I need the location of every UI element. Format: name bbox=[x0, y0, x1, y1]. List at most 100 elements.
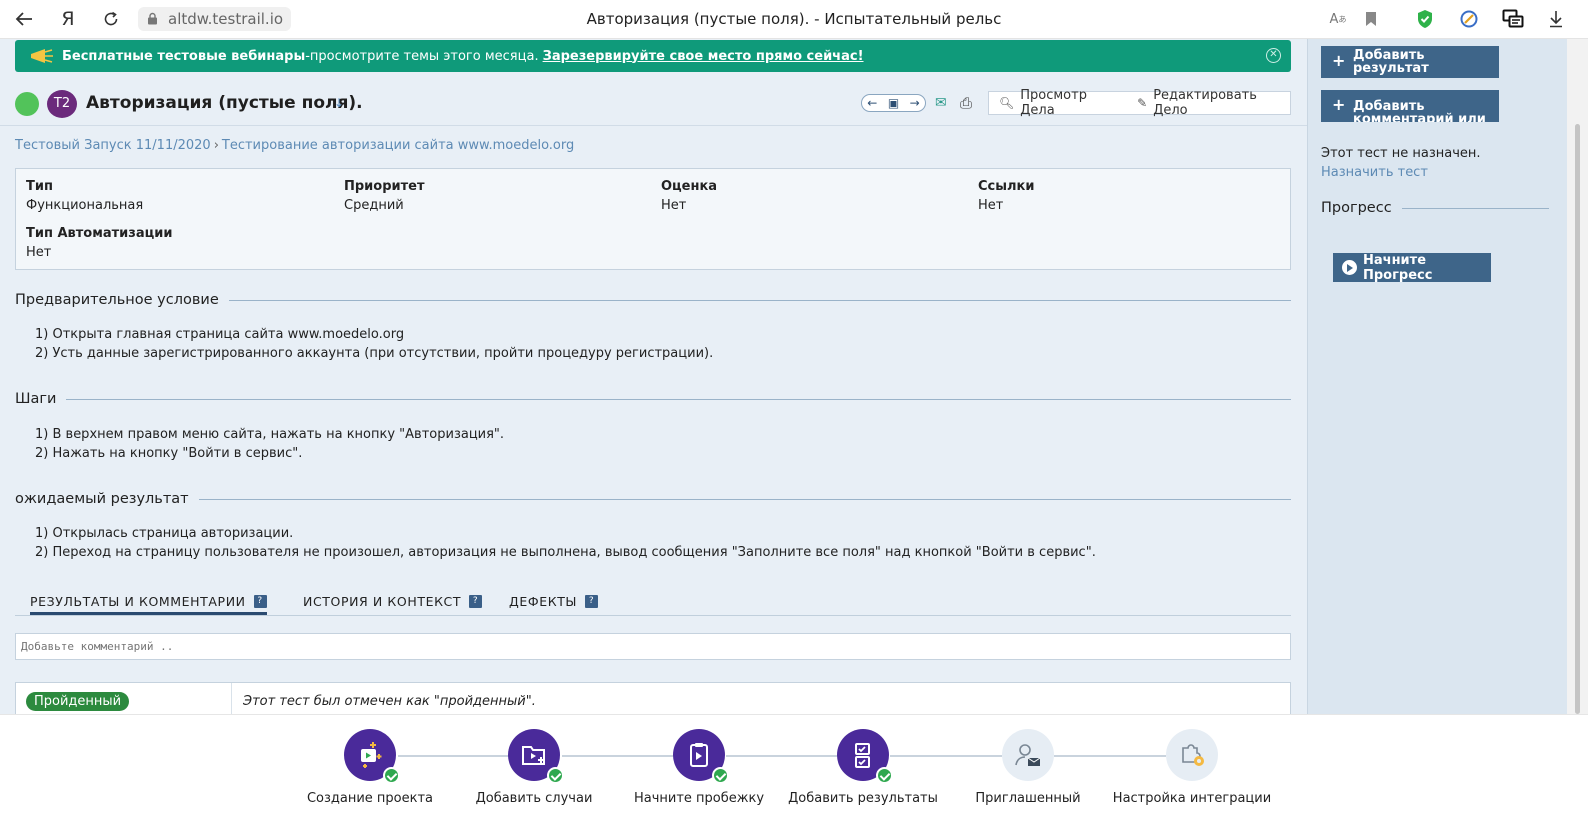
check-icon bbox=[547, 767, 564, 784]
case-navigation: ← ▣ → bbox=[861, 94, 926, 112]
field-label: Тип bbox=[26, 179, 53, 194]
arrow-right-icon[interactable]: → bbox=[910, 96, 920, 110]
section-title: Шаги bbox=[15, 391, 57, 407]
field-label: Ссылки bbox=[978, 179, 1035, 194]
help-icon[interactable]: ? bbox=[469, 595, 483, 608]
reload-icon[interactable] bbox=[100, 6, 122, 32]
field-value: Нет bbox=[978, 198, 1004, 213]
edit-case-button[interactable]: ✎ Редактировать Дело bbox=[1121, 88, 1290, 118]
onboarding-label: Добавить случаи bbox=[475, 791, 593, 806]
assign-link[interactable]: Назначить тест bbox=[1321, 165, 1428, 180]
check-icon bbox=[876, 767, 893, 784]
steps-text: 1) В верхнем правом меню сайта, нажать н… bbox=[35, 425, 504, 463]
print-icon[interactable]: ⎙ bbox=[960, 94, 972, 112]
arrow-down-icon[interactable]: ↓ bbox=[334, 96, 344, 110]
onboarding-step-add-cases[interactable]: Добавить случаи bbox=[454, 729, 614, 806]
project-icon bbox=[344, 729, 400, 784]
precondition-line: 2) Усть данные зарегистрированного аккау… bbox=[35, 346, 714, 361]
browser-toolbar: Я altdw.testrail.io Авторизация (пустые … bbox=[0, 0, 1588, 39]
onboarding-step-invite-user[interactable]: Приглашенный пользователь bbox=[948, 729, 1108, 806]
checklist-icon bbox=[837, 729, 893, 784]
onboarding-step-add-results[interactable]: Добавить результаты bbox=[783, 729, 943, 806]
help-icon[interactable]: ? bbox=[585, 595, 599, 608]
comment-input[interactable] bbox=[15, 633, 1291, 660]
webinar-banner: Бесплатные тестовые вебинары -просмотрите… bbox=[15, 40, 1291, 72]
onboarding-label: Добавить результаты bbox=[788, 791, 938, 806]
result-text: Этот тест был отмечен как "пройденный". bbox=[243, 694, 536, 709]
start-progress-button[interactable]: Начните Прогресс bbox=[1333, 252, 1491, 283]
tab-results[interactable]: РЕЗУЛЬТАТЫ И КОММЕНТАРИИ? bbox=[30, 594, 267, 615]
yandex-icon[interactable]: Я bbox=[58, 6, 78, 32]
breadcrumb-run[interactable]: Тестовый Запуск 11/11/2020 bbox=[15, 138, 211, 153]
assignment-info: Этот тест не назначен. Назначить тест bbox=[1321, 144, 1551, 182]
onboarding-step-integration[interactable]: Настройка интеграции bbox=[1112, 729, 1272, 806]
edit-case-label: Редактировать Дело bbox=[1153, 88, 1257, 118]
precondition-line: 1) Открыта главная страница сайта www.mo… bbox=[35, 327, 405, 342]
expected-text: 1) Открылась страница авторизации. 2) Пе… bbox=[35, 524, 1096, 562]
puzzle-gear-icon bbox=[1166, 729, 1218, 781]
mail-check-icon[interactable]: ✉ bbox=[935, 95, 947, 111]
result-status-cell: Пройденный bbox=[16, 683, 232, 714]
field-estimate: Оценка Нет bbox=[661, 179, 717, 213]
case-fields: Тип Функциональная Приоритет Средний Оценк… bbox=[15, 168, 1291, 270]
back-icon[interactable] bbox=[12, 6, 36, 32]
field-value: Средний bbox=[344, 198, 404, 213]
play-icon bbox=[1342, 260, 1357, 275]
breadcrumb-suite[interactable]: Тестирование авторизации сайта www.moede… bbox=[222, 138, 574, 153]
address-bar[interactable]: altdw.testrail.io bbox=[138, 7, 292, 31]
check-icon bbox=[712, 767, 729, 784]
section-title: ожидаемый результат bbox=[15, 491, 189, 507]
scrollbar[interactable] bbox=[1567, 39, 1588, 714]
precondition-heading: Предварительное условие bbox=[15, 292, 1291, 308]
onboarding-step-create-project[interactable]: Создание проекта bbox=[290, 729, 450, 806]
shield-icon[interactable] bbox=[1414, 6, 1436, 32]
add-comment-label: Добавить комментарий или файл bbox=[1353, 99, 1486, 122]
url-text: altdw.testrail.io bbox=[168, 10, 284, 28]
field-value: Нет bbox=[661, 198, 687, 213]
main-content: Бесплатные тестовые вебинары -просмотрите… bbox=[0, 39, 1307, 714]
onboarding-bar: Создание проекта Добавить случаи Начните… bbox=[0, 714, 1588, 822]
user-mail-icon bbox=[1002, 729, 1054, 781]
plus-icon: + bbox=[1332, 51, 1346, 70]
tab-label: ДЕФЕКТЫ bbox=[509, 594, 578, 609]
view-case-button[interactable]: 🔍︎ Просмотр Дела bbox=[989, 88, 1121, 118]
bookmark-icon[interactable] bbox=[1362, 6, 1380, 32]
arrow-left-icon[interactable]: ← bbox=[867, 96, 877, 110]
step-line: 1) В верхнем правом меню сайта, нажать н… bbox=[35, 427, 505, 442]
progress-title: Прогресс bbox=[1321, 200, 1392, 216]
tab-history[interactable]: ИСТОРИЯ И КОНТЕКСТ? bbox=[303, 594, 483, 609]
close-icon[interactable]: ✕ bbox=[1266, 48, 1281, 63]
expected-line: 2) Переход на страницу пользователя не п… bbox=[35, 545, 1096, 560]
precondition-text: 1) Открыта главная страница сайта www.mo… bbox=[35, 325, 713, 363]
breadcrumb: Тестовый Запуск 11/11/2020 › Тестирование … bbox=[15, 138, 575, 153]
onboarding-label: Создание проекта bbox=[306, 791, 434, 806]
chat-icon[interactable] bbox=[1500, 6, 1526, 32]
pencil-icon: ✎ bbox=[1137, 96, 1148, 110]
field-label: Тип Автоматизации bbox=[26, 226, 173, 241]
view-case-label: Просмотр Дела bbox=[1020, 88, 1087, 118]
check-icon bbox=[383, 767, 400, 784]
tab-defects[interactable]: ДЕФЕКТЫ? bbox=[509, 594, 599, 609]
download-icon[interactable] bbox=[1546, 6, 1566, 32]
scrollbar-thumb[interactable] bbox=[1575, 124, 1580, 714]
field-label: Оценка bbox=[661, 179, 718, 194]
banner-title: Бесплатные тестовые вебинары bbox=[62, 48, 306, 64]
banner-link[interactable]: Зарезервируйте свое место прямо сейчас! bbox=[543, 49, 864, 64]
add-comment-button[interactable]: + Добавить комментарий или файл bbox=[1321, 90, 1499, 122]
progress-heading: Прогресс bbox=[1321, 200, 1549, 216]
extension-icon[interactable] bbox=[1458, 6, 1480, 32]
translate-icon[interactable]: Aあ bbox=[1328, 6, 1348, 32]
clipboard-icon[interactable]: ▣ bbox=[888, 96, 899, 110]
banner-text: -просмотрите темы этого месяца. bbox=[305, 48, 539, 64]
add-result-button[interactable]: + Добавить результат bbox=[1321, 46, 1499, 78]
start-progress-label: Начните Прогресс bbox=[1363, 252, 1433, 283]
onboarding-step-start-run[interactable]: Начните пробежку bbox=[619, 729, 779, 806]
status-indicator bbox=[15, 92, 39, 116]
lock-icon bbox=[148, 12, 157, 25]
help-icon[interactable]: ? bbox=[253, 595, 267, 608]
case-title: Авторизация (пустые поля). bbox=[86, 93, 363, 113]
sidebar: + Добавить результат + Добавить комментари… bbox=[1307, 39, 1567, 714]
section-title: Предварительное условие bbox=[15, 292, 219, 308]
field-type: Тип Функциональная bbox=[26, 179, 143, 213]
megaphone-icon bbox=[31, 49, 53, 63]
